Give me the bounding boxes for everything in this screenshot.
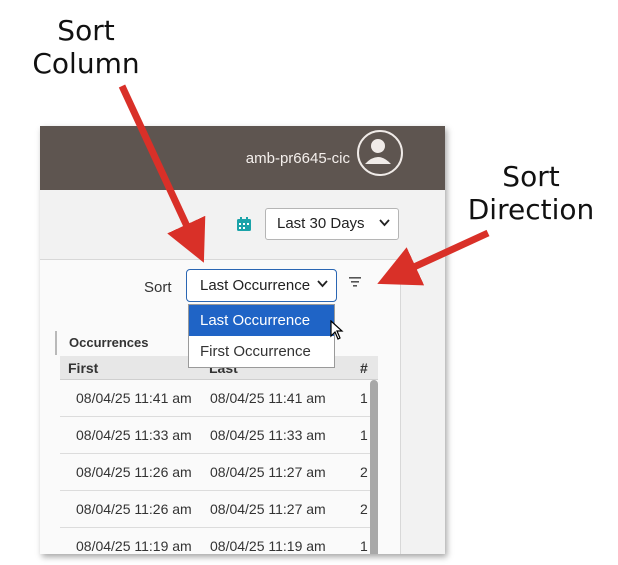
sort-column-arrow bbox=[118, 84, 206, 263]
annotation-arrows bbox=[118, 84, 490, 286]
sort-direction-arrow bbox=[377, 229, 490, 286]
